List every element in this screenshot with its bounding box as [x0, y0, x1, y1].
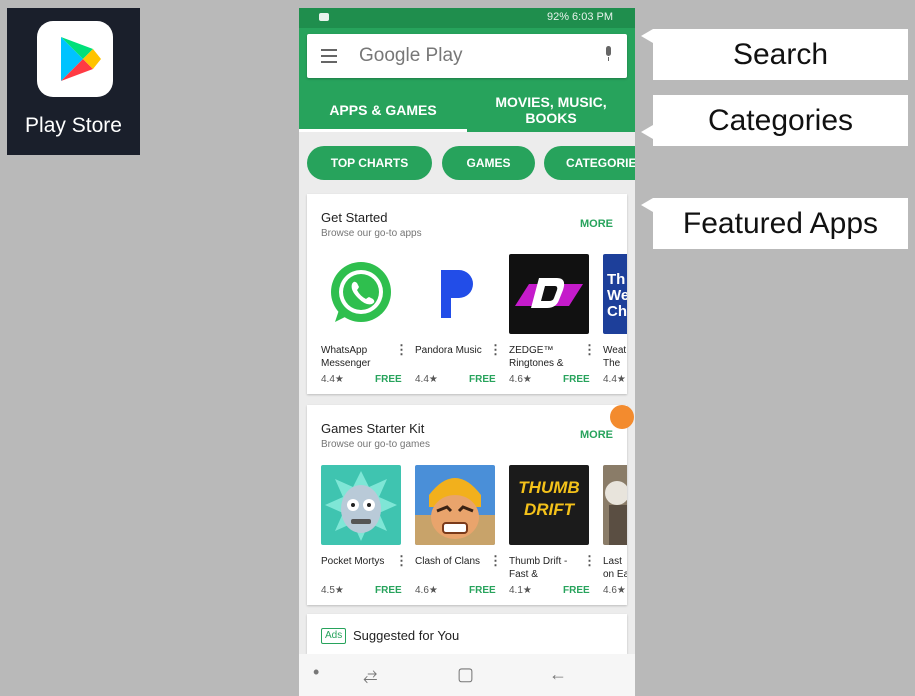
- app-name: Thumb Drift - Fast &: [509, 556, 568, 580]
- back-icon[interactable]: ←: [549, 664, 567, 685]
- app-rating: 4.6★: [603, 585, 626, 596]
- app-card-pocket-mortys[interactable]: Pocket Mortys ⋮ 4.5★ FREE: [321, 465, 408, 605]
- kebab-menu-icon[interactable]: ⋮: [583, 342, 596, 358]
- section-suggested: Ads Suggested for You: [307, 614, 627, 654]
- callout-pointer: [641, 29, 653, 43]
- kebab-menu-icon[interactable]: ⋮: [489, 342, 502, 358]
- app-card-thumb-drift[interactable]: THUMB DRIFT Thumb Drift - Fast & ⋮ 4.1★ …: [509, 465, 596, 605]
- tab-selected-indicator: [299, 129, 467, 132]
- app-card-pandora[interactable]: Pandora Music ⋮ 4.4★ FREE: [415, 254, 502, 394]
- weather-channel-icon: Th We Ch: [603, 254, 627, 334]
- section-title: Games Starter Kit: [321, 421, 425, 436]
- play-triangle-icon: [37, 21, 113, 97]
- app-card-last-on-earth[interactable]: Last on Ea 4.6★: [603, 465, 627, 605]
- app-price: FREE: [563, 374, 590, 385]
- app-name: ZEDGE™ Ringtones &: [509, 345, 564, 369]
- kebab-menu-icon[interactable]: ⋮: [395, 553, 408, 569]
- app-name: Pandora Music: [415, 345, 482, 356]
- app-name: WhatsApp Messenger: [321, 345, 371, 369]
- search-placeholder[interactable]: Google Play: [359, 45, 463, 67]
- kebab-menu-icon[interactable]: ⋮: [489, 553, 502, 569]
- thumb-drift-icon-text: THUMB DRIFT: [518, 478, 580, 519]
- clash-of-clans-icon: [415, 465, 495, 545]
- category-tabs: APPS & GAMES MOVIES, MUSIC, BOOKS: [299, 88, 635, 132]
- status-bar: 92% 6:03 PM: [299, 8, 635, 28]
- app-rating: 4.5★: [321, 585, 344, 596]
- callout-search-text: Search: [732, 37, 829, 71]
- status-text: 92% 6:03 PM: [546, 11, 613, 23]
- play-store-label: Play Store: [25, 114, 122, 137]
- app-rating: 4.4★: [603, 374, 626, 385]
- home-icon[interactable]: ▢: [457, 664, 474, 685]
- app-price: FREE: [469, 585, 496, 596]
- section-subtitle: Browse our go-to apps: [321, 228, 422, 239]
- dot-icon: •: [313, 662, 320, 682]
- callout-pointer: [641, 125, 653, 139]
- app-card-clash-of-clans[interactable]: Clash of Clans ⋮ 4.6★ FREE: [415, 465, 502, 605]
- play-store-tile[interactable]: Play Store: [7, 8, 140, 155]
- kebab-menu-icon[interactable]: ⋮: [583, 553, 596, 569]
- last-on-earth-icon: [603, 465, 627, 545]
- app-header: Google Play APPS & GAMES MOVIES, MUSIC, …: [299, 28, 635, 132]
- app-name: Pocket Mortys: [321, 556, 385, 567]
- tab-apps-games-label: APPS & GAMES: [329, 102, 437, 118]
- thumb-drift-icon: THUMB DRIFT: [509, 465, 589, 545]
- app-rating: 4.6★: [509, 374, 532, 385]
- weather-icon-text: Th We Ch: [607, 271, 627, 320]
- app-rating: 4.4★: [415, 374, 438, 385]
- search-bar[interactable]: Google Play: [307, 34, 627, 78]
- chip-games[interactable]: GAMES: [442, 146, 535, 180]
- pocket-mortys-icon: [321, 465, 401, 545]
- app-card-zedge[interactable]: ZEDGE™ Ringtones & ⋮ 4.6★ FREE: [509, 254, 596, 394]
- app-price: FREE: [375, 585, 402, 596]
- microphone-icon[interactable]: [604, 46, 613, 62]
- app-price: FREE: [563, 585, 590, 596]
- more-button[interactable]: MORE: [580, 218, 613, 230]
- more-button[interactable]: MORE: [580, 429, 613, 441]
- app-row: WhatsApp Messenger ⋮ 4.4★ FREE Pandora M…: [321, 254, 627, 394]
- callout-featured-apps: Featured Apps: [641, 198, 908, 249]
- android-nav-bar: • ⥄ ▢ ←: [299, 654, 635, 696]
- phone-screen: 92% 6:03 PM Google Play APPS & GAMES MOV…: [299, 8, 635, 696]
- zedge-icon: [509, 254, 589, 334]
- callout-categories: Categories: [641, 95, 908, 146]
- record-icon: [319, 13, 329, 21]
- app-name: Last on Ea: [603, 556, 627, 580]
- callout-pointer: [641, 198, 653, 212]
- app-price: FREE: [469, 374, 496, 385]
- app-card-whatsapp[interactable]: WhatsApp Messenger ⋮ 4.4★ FREE: [321, 254, 408, 394]
- tab-apps-games[interactable]: APPS & GAMES: [299, 88, 467, 132]
- kebab-menu-icon[interactable]: ⋮: [395, 342, 408, 358]
- app-row: Pocket Mortys ⋮ 4.5★ FREE Clash of Clans…: [321, 465, 627, 605]
- whatsapp-icon: [321, 254, 401, 334]
- chip-categories[interactable]: CATEGORIE: [544, 146, 635, 180]
- section-title: Suggested for You: [353, 628, 460, 643]
- section-subtitle: Browse our go-to games: [321, 439, 430, 450]
- section-games-starter-kit: Games Starter Kit Browse our go-to games…: [307, 405, 627, 605]
- ads-badge: Ads: [321, 628, 347, 644]
- callout-categories-text: Categories: [707, 103, 854, 137]
- app-card-weather[interactable]: Th We Ch Weat - The 4.4★: [603, 254, 627, 394]
- pandora-icon: [415, 254, 495, 334]
- app-name: Clash of Clans: [415, 556, 481, 567]
- callout-search: Search: [641, 29, 908, 80]
- recent-apps-icon[interactable]: ⥄: [363, 664, 377, 685]
- screen-record-icon[interactable]: [610, 405, 634, 429]
- hamburger-icon[interactable]: [321, 49, 337, 67]
- app-price: FREE: [375, 374, 402, 385]
- chip-row: TOP CHARTS GAMES CATEGORIE: [307, 146, 635, 180]
- callout-featured-apps-text: Featured Apps: [682, 206, 879, 240]
- section-title: Get Started: [321, 210, 388, 225]
- app-rating: 4.1★: [509, 585, 532, 596]
- chip-top-charts[interactable]: TOP CHARTS: [307, 146, 432, 180]
- section-get-started: Get Started Browse our go-to apps MORE W…: [307, 194, 627, 394]
- app-rating: 4.6★: [415, 585, 438, 596]
- tab-movies-label: MOVIES, MUSIC, BOOKS: [495, 94, 607, 126]
- app-rating: 4.4★: [321, 374, 344, 385]
- app-name: Weat - The: [603, 345, 627, 369]
- tab-movies-music-books[interactable]: MOVIES, MUSIC, BOOKS: [467, 88, 635, 132]
